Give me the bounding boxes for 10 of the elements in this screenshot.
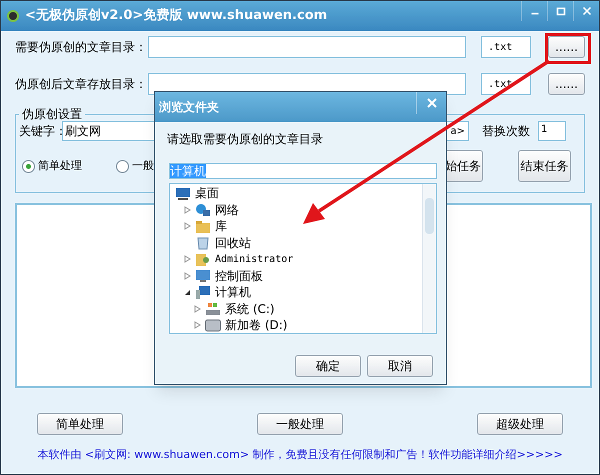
dialog-prompt: 请选取需要伪原创的文章目录 bbox=[167, 131, 324, 148]
extension-field: .txt bbox=[481, 36, 532, 58]
count-label: 替换次数 bbox=[482, 123, 530, 140]
dialog-title: 浏览文件夹 bbox=[159, 99, 219, 116]
group-title: 伪原创设置 bbox=[21, 106, 83, 123]
path-label: 伪原创后文章存放目录： bbox=[15, 76, 148, 93]
window-title: <无极伪原创v2.0>免费版 www.shuawen.com bbox=[25, 7, 328, 26]
path-label: 需要伪原创的文章目录： bbox=[15, 39, 148, 56]
keyword-label: 关键字： bbox=[19, 123, 62, 140]
path-text: 计算机 bbox=[170, 164, 206, 178]
